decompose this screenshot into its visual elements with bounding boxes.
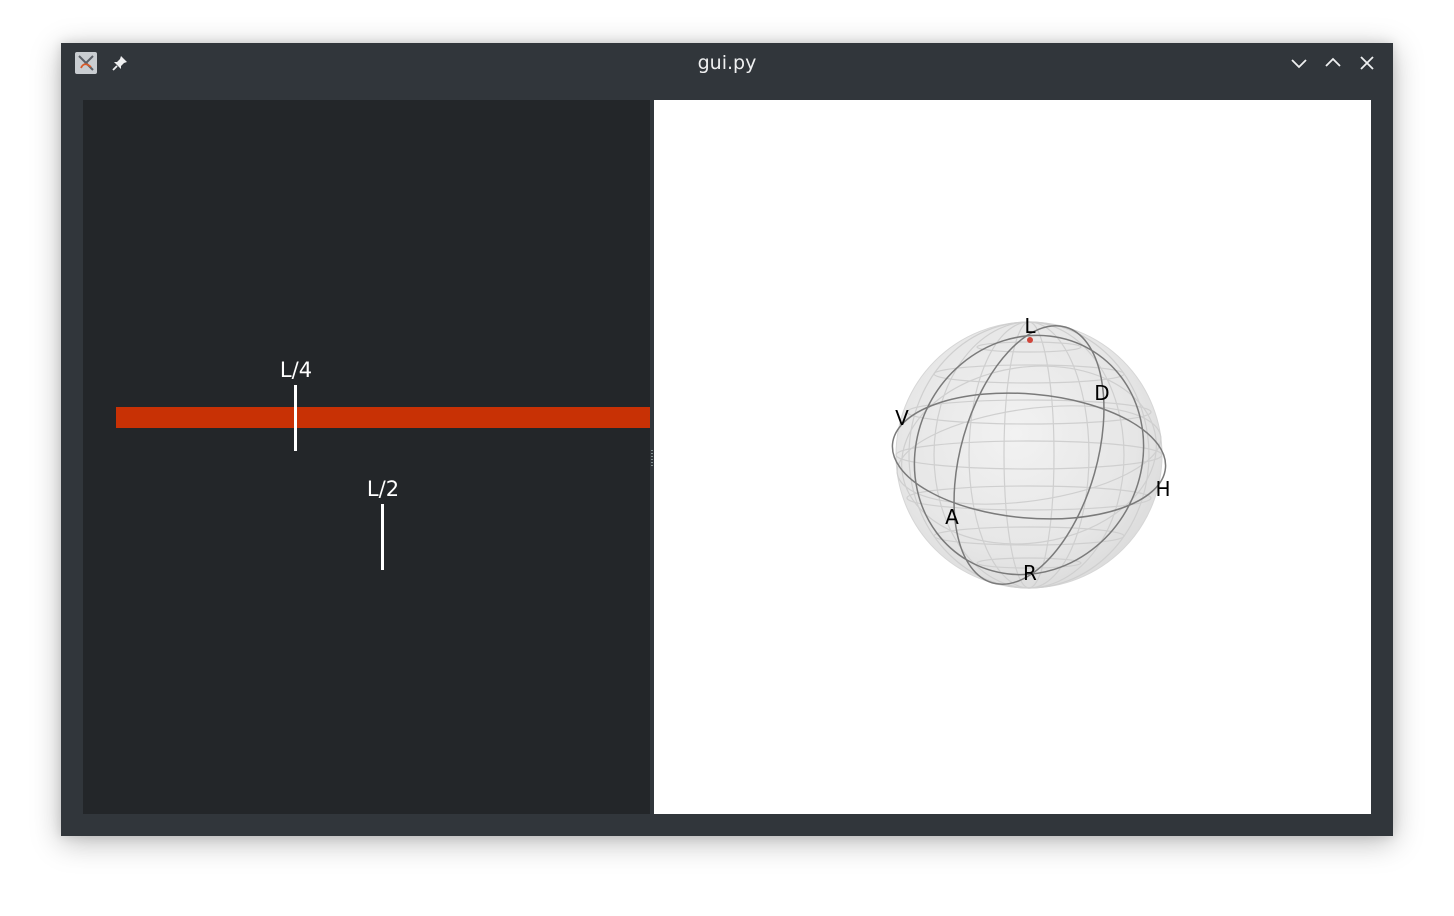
label-H: H [1155,477,1170,501]
close-button[interactable] [1357,53,1377,73]
sphere-body [895,321,1163,589]
marker-line-half[interactable] [381,504,384,570]
close-icon [1360,56,1374,70]
bloch-sphere-canvas[interactable]: L D V H A R [654,100,1371,814]
label-L: L [1024,314,1036,338]
waveplate-canvas[interactable]: L/4 L/2 [83,100,650,814]
title-bar[interactable]: gui.py [61,43,1393,83]
bloch-sphere-plot: L D V H A R [891,314,1171,589]
chevron-down-icon [1291,59,1307,69]
marker-label-half: L/2 [366,477,400,501]
window-title: gui.py [697,52,757,74]
label-V: V [895,406,909,430]
marker-line-quarter[interactable] [294,385,297,451]
minimize-button[interactable] [1289,53,1309,73]
application-window: gui.py L/4 L/2 L D V H A R [61,43,1393,836]
maximize-button[interactable] [1323,53,1343,73]
chevron-up-icon [1325,57,1341,67]
label-D: D [1094,381,1109,405]
splitter-grip-icon [651,450,653,466]
marker-label-quarter: L/4 [279,358,313,382]
label-A: A [945,505,959,529]
label-R: R [1023,561,1037,585]
waveplate-bar[interactable] [116,407,650,428]
